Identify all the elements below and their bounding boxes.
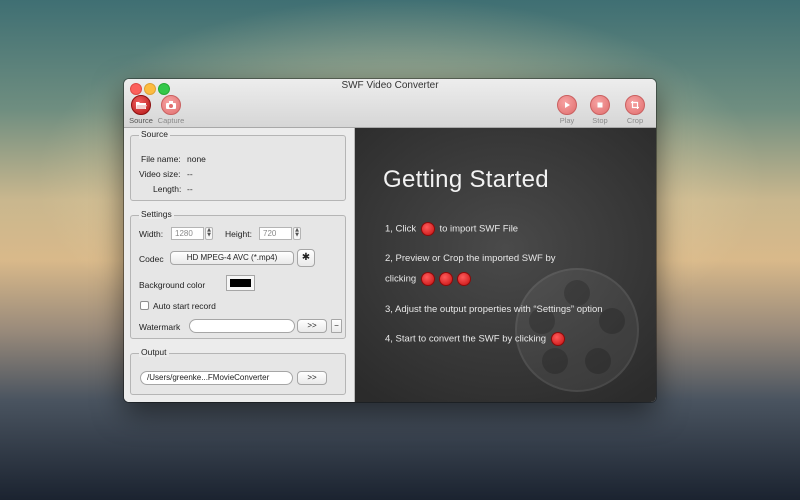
- output-group: Output /Users/greenke...FMovieConverter …: [130, 347, 346, 395]
- step-4-text: 4, Start to convert the SWF by clicking: [385, 333, 547, 345]
- file-name-label: File name:: [141, 154, 181, 164]
- watermark-label: Watermark: [139, 322, 181, 332]
- camera-icon: [161, 95, 181, 115]
- video-size-label: Video size:: [139, 169, 181, 179]
- length-label: Length:: [153, 184, 182, 194]
- height-input[interactable]: 720: [259, 227, 292, 240]
- app-window: SWF Video Converter Source Capture Play …: [124, 79, 656, 402]
- settings-pane: Source File name: none Video size: -- Le…: [124, 128, 355, 402]
- crop-icon: [625, 95, 645, 115]
- length-value: --: [187, 184, 193, 194]
- stop-button[interactable]: Stop: [585, 95, 615, 125]
- background-color-label: Background color: [139, 280, 206, 290]
- width-stepper[interactable]: ▲ ▼: [205, 227, 213, 240]
- crop-icon: [456, 272, 471, 286]
- crop-button-label: Crop: [626, 116, 644, 125]
- watermark-browse-button[interactable]: >>: [297, 319, 327, 333]
- background-color-well[interactable]: [226, 275, 255, 291]
- step-3: 3, Adjust the output properties with “Se…: [385, 304, 603, 315]
- source-group: Source File name: none Video size: -- Le…: [130, 129, 346, 201]
- gear-icon: ✱: [301, 252, 311, 263]
- camera-icon: [550, 332, 565, 346]
- output-group-title: Output: [139, 347, 169, 357]
- stop-icon: [590, 95, 610, 115]
- watermark-remove-button[interactable]: −: [331, 319, 342, 333]
- play-icon: [420, 272, 435, 286]
- title-bar: SWF Video Converter Source Capture Play …: [124, 79, 656, 128]
- step-4: 4, Start to convert the SWF by clicking: [385, 332, 567, 346]
- file-name-value: none: [187, 154, 206, 164]
- auto-start-checkbox[interactable]: [140, 301, 149, 310]
- output-browse-button[interactable]: >>: [297, 371, 327, 385]
- play-button[interactable]: Play: [552, 95, 582, 125]
- watermark-input[interactable]: [189, 319, 295, 333]
- stop-icon: [438, 272, 453, 286]
- import-icon: [420, 222, 435, 236]
- step-1-prefix: 1, Click: [385, 223, 417, 235]
- getting-started-title: Getting Started: [383, 166, 549, 193]
- getting-started-panel: Getting Started 1, Click to import SWF F…: [355, 128, 656, 402]
- settings-group: Settings Width: 1280 ▲ ▼ Height: 720 ▲ ▼ C…: [130, 209, 346, 339]
- film-reel-watermark-icon: [515, 268, 639, 392]
- output-path-field[interactable]: /Users/greenke...FMovieConverter: [140, 371, 293, 385]
- step-2-line-2: clicking: [385, 272, 473, 286]
- capture-button-label: Capture: [157, 116, 185, 125]
- width-label: Width:: [139, 229, 164, 239]
- video-size-value: --: [187, 169, 193, 179]
- codec-label: Codec: [139, 254, 164, 264]
- codec-select[interactable]: HD MPEG-4 AVC (*.mp4): [170, 251, 294, 265]
- window-title: SWF Video Converter: [341, 80, 439, 91]
- width-input[interactable]: 1280: [171, 227, 204, 240]
- play-icon: [557, 95, 577, 115]
- capture-button[interactable]: Capture: [156, 95, 186, 125]
- source-button[interactable]: Source: [126, 95, 156, 125]
- folder-icon: [131, 95, 151, 115]
- stop-button-label: Stop: [592, 116, 608, 125]
- step-1-suffix: to import SWF File: [439, 223, 519, 235]
- step-2-line-1: 2, Preview or Crop the imported SWF by: [385, 253, 556, 264]
- source-group-title: Source: [139, 129, 170, 139]
- height-label: Height:: [225, 229, 252, 239]
- step-1: 1, Click to import SWF File: [385, 222, 518, 236]
- crop-button[interactable]: Crop: [620, 95, 650, 125]
- background-color-swatch: [230, 279, 251, 287]
- height-stepper[interactable]: ▲ ▼: [293, 227, 301, 240]
- settings-group-title: Settings: [139, 209, 174, 219]
- auto-start-label: Auto start record: [153, 301, 216, 311]
- codec-settings-button[interactable]: ✱: [297, 249, 315, 267]
- play-button-label: Play: [559, 116, 575, 125]
- step-2-clicking: clicking: [385, 273, 417, 285]
- source-button-label: Source: [129, 116, 153, 125]
